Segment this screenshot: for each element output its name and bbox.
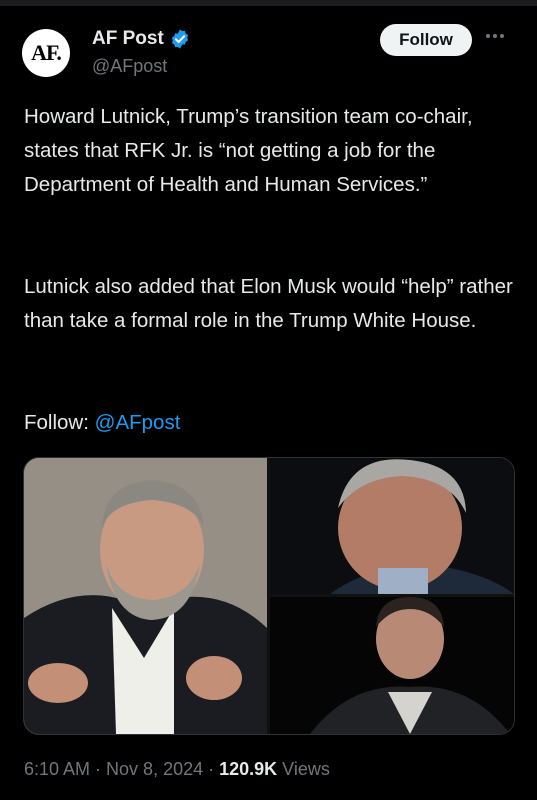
author-name-row[interactable]: AF Post — [92, 28, 191, 50]
photo-bottom-right[interactable] — [270, 597, 514, 734]
photo-top-right[interactable] — [270, 458, 514, 594]
tweet-follow-line: Follow: @AFpost — [24, 406, 519, 440]
tweet-time[interactable]: 6:10 AM — [24, 759, 90, 779]
mention-link[interactable]: @AFpost — [95, 411, 181, 434]
tweet-paragraph-2: Lutnick also added that Elon Musk would … — [24, 275, 513, 332]
avatar[interactable]: AF. — [22, 29, 70, 77]
views-count[interactable]: 120.9K — [219, 759, 277, 779]
photo-left[interactable] — [24, 458, 267, 734]
tweet-meta: 6:10 AM · Nov 8, 2024 · 120.9K Views — [24, 759, 330, 780]
more-dot — [486, 34, 490, 38]
meta-separator: · — [203, 759, 220, 779]
avatar-logo-text: AF. — [31, 40, 62, 65]
verified-badge-icon — [169, 28, 191, 50]
follow-button[interactable]: Follow — [380, 24, 472, 56]
author-name[interactable]: AF Post — [92, 28, 164, 50]
author-handle[interactable]: @AFpost — [92, 56, 167, 77]
media-grid[interactable] — [23, 457, 515, 735]
meta-separator: · — [90, 759, 107, 779]
tweet-paragraph-1: Howard Lutnick, Trump’s transition team … — [24, 105, 473, 196]
views-label: Views — [277, 759, 330, 779]
tweet-date[interactable]: Nov 8, 2024 — [106, 759, 203, 779]
more-options-icon[interactable] — [486, 29, 510, 43]
follow-prefix-text: Follow: — [24, 411, 95, 434]
more-dot — [493, 34, 497, 38]
status-bar-strip — [0, 0, 537, 6]
more-dot — [500, 34, 504, 38]
